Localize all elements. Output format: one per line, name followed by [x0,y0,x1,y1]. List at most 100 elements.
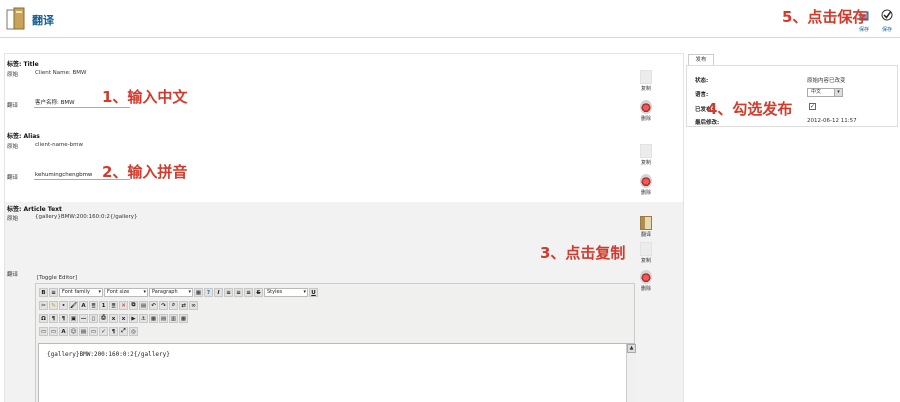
remove-icon[interactable]: ✕ [119,301,128,310]
copy-label: 复制 [640,160,651,166]
pilcrow-icon[interactable]: ¶ [49,314,58,323]
editor-toolbar-row-2: ✂ ✎ • 🖌 A ≣ 1 ≣ ✕ ⧉ ▤ ↶ ↷ ⌕ ⇄ ∞ [39,300,198,311]
omega-icon[interactable]: Ω [39,314,48,323]
alias-delete-button[interactable]: 删除 [635,174,657,196]
page: 翻译 保存 保存 标签: Title 原始 Client Name: BMW 翻… [0,0,900,402]
grid-icon[interactable]: ▦ [179,314,188,323]
language-select[interactable]: 中文 ▾ [807,88,843,97]
translate-icon [6,7,26,31]
strikethrough-button[interactable]: S [254,288,263,297]
replace-icon[interactable]: ⇄ [179,301,188,310]
preview-icon[interactable]: ◎ [129,327,138,336]
annotation-step-2: 2、输入拼音 [102,163,188,181]
media-icon[interactable]: ▶ [129,314,138,323]
table-icon[interactable]: ▦ [194,288,203,297]
copy-icon [640,70,652,84]
indent-icon[interactable]: ≣ [89,301,98,310]
article-translate-button[interactable]: 翻译 [635,216,657,238]
field-alias-header: 标签: Alias [7,133,40,140]
layer-icon[interactable]: ▭ [39,327,48,336]
italic-button[interactable]: I [214,288,223,297]
paste-icon[interactable]: ▤ [139,301,148,310]
title-translation-label: 翻译 [7,103,19,109]
print-icon[interactable]: ⎙ [99,314,108,323]
emoticon-icon[interactable]: ☺ [69,327,78,336]
field-title-header: 标签: Title [7,61,39,68]
title-delete-button[interactable]: 删除 [635,100,657,122]
editor-toolbar-row-3: Ω ¶ ¶ ▣ — ▯ ⎙ x x ▶ ⚓ ▦ ▤ ▥ ▦ [39,313,188,324]
align-center-icon[interactable]: ≡ [234,288,243,297]
undo-icon[interactable]: ↶ [149,301,158,310]
highlight-icon[interactable]: ✎ [49,301,58,310]
spellcheck-icon[interactable]: ✓ [99,327,108,336]
outdent-icon[interactable]: ≣ [109,301,118,310]
align-right-icon[interactable]: ≡ [244,288,253,297]
image-icon[interactable]: ▣ [69,314,78,323]
block-icon[interactable]: ¶ [109,327,118,336]
cut-icon[interactable]: ✂ [39,301,48,310]
link-icon[interactable]: ∞ [189,301,198,310]
align-left-icon[interactable]: ≡ [224,288,233,297]
column-icon[interactable]: ▥ [169,314,178,323]
editor-content-text: {gallery}BMW:200:160:0:2{/gallery} [47,351,170,358]
redo-icon[interactable]: ↷ [159,301,168,310]
underline-button[interactable]: U [309,288,318,297]
brush-icon[interactable]: 🖌 [69,301,78,310]
fullscreen-icon[interactable]: ⤢ [119,327,128,336]
editor-content-area[interactable]: {gallery}BMW:200:160:0:2{/gallery} ▲ [38,343,636,402]
bold-button[interactable]: B [39,288,48,297]
annotation-step-4: 4、勾选发布 [707,100,793,118]
format-select[interactable]: Paragraph [149,288,193,297]
superscript-icon[interactable]: x [119,314,128,323]
alias-original-label: 原始 [7,144,19,150]
delete-label: 删除 [640,116,651,122]
font-color-icon[interactable]: A [79,301,88,310]
font-size-select[interactable]: Font size [104,288,148,297]
article-delete-button[interactable]: 删除 [635,270,657,292]
form-icon[interactable]: ▭ [89,327,98,336]
modified-value: 2012-06-12 11:57 [807,118,857,124]
save-label: 保存 [859,27,870,33]
subscript-icon[interactable]: x [109,314,118,323]
toggle-editor-link[interactable]: [Toggle Editor] [37,275,77,281]
modified-label: 最后修改: [695,120,720,126]
title-copy-button[interactable]: 复制 [635,70,657,92]
annotation-step-5: 5、点击保存 [782,8,868,26]
alias-original-value: client-name-bmw [35,142,84,148]
copy-icon[interactable]: ⧉ [129,301,138,310]
language-value: 中文 [811,89,822,95]
document-icon[interactable]: ▯ [89,314,98,323]
copy-icon [640,242,652,256]
font-family-select[interactable]: Font family [59,288,103,297]
numbered-list-icon[interactable]: 1 [99,301,108,310]
save-close-label: 保存 [882,27,893,33]
find-icon[interactable]: ⌕ [169,301,178,310]
published-checkbox[interactable]: ✓ [809,103,816,110]
alias-copy-button[interactable]: 复制 [635,144,657,166]
paragraph-icon[interactable]: ¶ [59,314,68,323]
box-icon[interactable]: ▭ [49,327,58,336]
scroll-up-icon[interactable]: ▲ [627,344,636,353]
bullet-list-icon[interactable]: • [59,301,68,310]
help-icon[interactable]: ? [204,288,213,297]
status-label: 状态: [695,78,709,84]
tab-publish[interactable]: 发布 [688,54,714,65]
hr-icon[interactable]: — [79,314,88,323]
styles-select[interactable]: Styles [264,288,308,297]
editor-toolbar-row-1: B ≡ Font family Font size Paragraph ▦ ? … [39,287,318,298]
style-icon[interactable]: A [59,327,68,336]
status-value: 原始内容已改变 [807,78,846,84]
article-original-value: {gallery}BMW:200:160:0:2{/gallery} [35,214,138,220]
delete-label: 删除 [640,286,651,292]
table-insert-icon[interactable]: ▦ [149,314,158,323]
field-article-header: 标签: Article Text [7,206,62,213]
template-icon[interactable]: ▤ [79,327,88,336]
row-icon[interactable]: ▤ [159,314,168,323]
article-copy-button[interactable]: 复制 [635,242,657,264]
editor-scrollbar[interactable]: ▲ [626,344,636,402]
align-icon[interactable]: ≡ [49,288,58,297]
anchor-icon[interactable]: ⚓ [139,314,148,323]
delete-icon [640,174,652,188]
article-translation-label: 翻译 [7,272,19,278]
translate-label: 翻译 [640,232,651,238]
